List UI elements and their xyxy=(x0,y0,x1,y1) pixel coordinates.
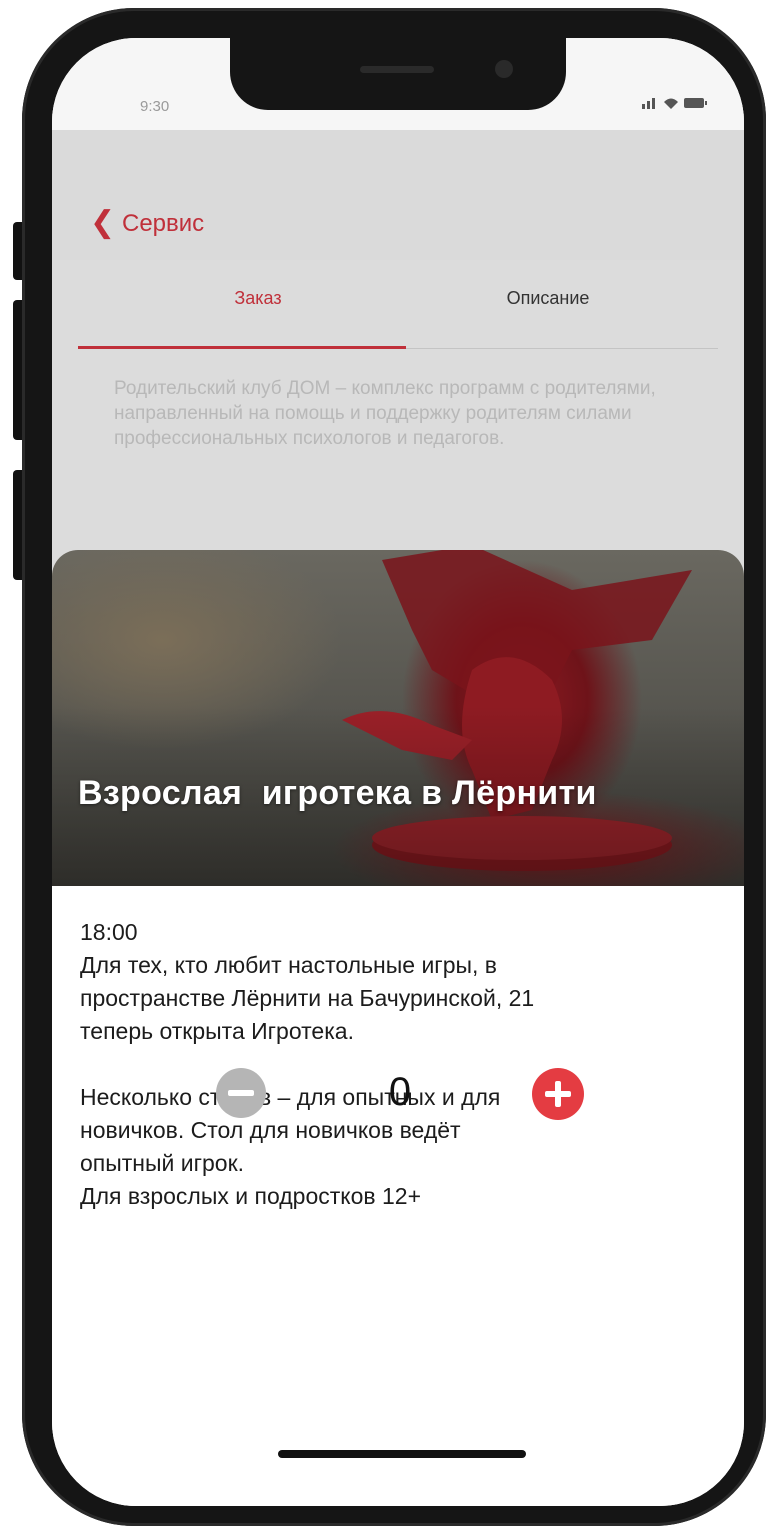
event-text-line: пространстве Лёрнити на Бачуринской, 21 xyxy=(80,985,535,1011)
home-indicator[interactable] xyxy=(278,1450,526,1458)
club-description: Родительский клуб ДОМ – комплекс програм… xyxy=(114,378,656,449)
signal-wifi-battery-icon xyxy=(642,98,707,109)
back-button[interactable]: Сервис xyxy=(122,210,204,238)
event-details: 18:00 Для тех, кто любит настольные игры… xyxy=(80,916,720,1213)
event-time: 18:00 xyxy=(80,919,138,945)
event-hero-image: Взрослая игротека в Лёрнити xyxy=(52,550,744,886)
status-time: 9:30 xyxy=(140,98,170,115)
back-chevron-icon[interactable]: ❮ xyxy=(90,208,115,238)
quantity-value: 0 xyxy=(388,1070,412,1114)
increment-button[interactable] xyxy=(532,1068,584,1120)
event-text-line: теперь открыта Игротека. xyxy=(80,1018,354,1044)
tab-description[interactable]: Описание xyxy=(418,288,678,309)
status-icons xyxy=(640,94,710,114)
active-tab-indicator xyxy=(78,346,406,349)
decrement-button[interactable] xyxy=(216,1068,266,1118)
tab-bar: Заказ Описание xyxy=(78,260,718,349)
event-title: Взрослая игротека в Лёрнити xyxy=(78,774,597,812)
event-text-line: опытный игрок. xyxy=(80,1150,245,1176)
notch xyxy=(230,38,566,110)
event-sheet: Взрослая игротека в Лёрнити 18:00 Для те… xyxy=(52,550,744,1506)
navigation-bar: ❮ Сервис xyxy=(52,130,744,260)
tab-order[interactable]: Заказ xyxy=(138,288,378,309)
front-camera xyxy=(495,60,513,78)
speaker xyxy=(360,66,434,73)
quantity-stepper: 0 xyxy=(52,1068,744,1128)
event-text-line: Для взрослых и подростков 12+ xyxy=(80,1183,422,1209)
event-text-line: Для тех, кто любит настольные игры, в xyxy=(80,952,498,978)
phone-screen: ❮ Сервис Заказ Описание Родительский клу… xyxy=(52,38,744,1506)
